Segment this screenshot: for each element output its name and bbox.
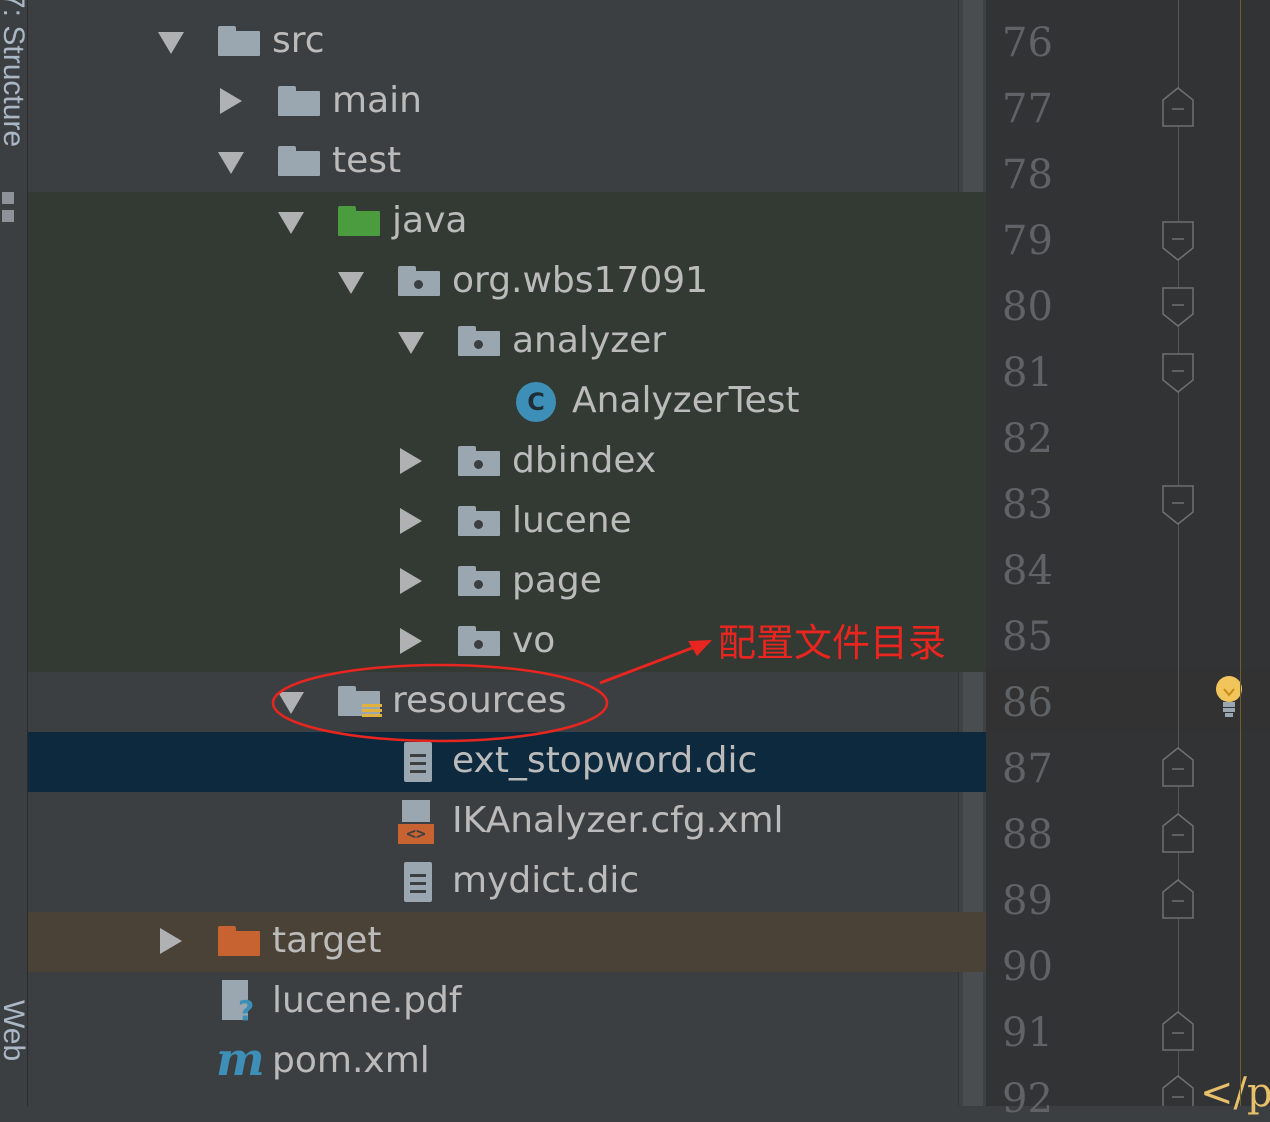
line-number: 84 <box>1002 548 1053 594</box>
code-fragment[interactable]: </p <box>1200 1070 1270 1116</box>
line-number: 85 <box>1002 614 1053 660</box>
fold-marker-icon[interactable] <box>1162 87 1194 127</box>
line-number: 87 <box>1002 746 1053 792</box>
annotation-label: 配置文件目录 <box>718 621 947 665</box>
line-number: 81 <box>1002 350 1053 396</box>
fold-marker-icon[interactable] <box>1162 1011 1194 1051</box>
line-number: 89 <box>1002 878 1053 924</box>
line-number: 91 <box>1002 1010 1053 1056</box>
line-number: 88 <box>1002 812 1053 858</box>
fold-markers <box>1162 87 1194 1106</box>
fold-marker-icon[interactable] <box>1162 879 1194 919</box>
right-margin-guide <box>1240 0 1241 1106</box>
line-number: 82 <box>1002 416 1053 462</box>
line-number: 92 <box>1002 1076 1053 1122</box>
fold-marker-icon[interactable] <box>1162 1075 1194 1106</box>
line-number: 80 <box>1002 284 1053 330</box>
fold-marker-icon[interactable] <box>1162 485 1194 525</box>
line-number: 86 <box>1002 680 1053 726</box>
line-number: 83 <box>1002 482 1053 528</box>
line-number: 77 <box>1002 86 1053 132</box>
fold-marker-icon[interactable] <box>1162 813 1194 853</box>
line-number: 78 <box>1002 152 1053 198</box>
fold-marker-icon[interactable] <box>1162 747 1194 787</box>
line-number: 79 <box>1002 218 1053 264</box>
line-number: 76 <box>1002 20 1053 66</box>
fold-marker-icon[interactable] <box>1162 221 1194 261</box>
fold-marker-icon[interactable] <box>1162 287 1194 327</box>
line-number: 90 <box>1002 944 1053 990</box>
fold-marker-icon[interactable] <box>1162 353 1194 393</box>
